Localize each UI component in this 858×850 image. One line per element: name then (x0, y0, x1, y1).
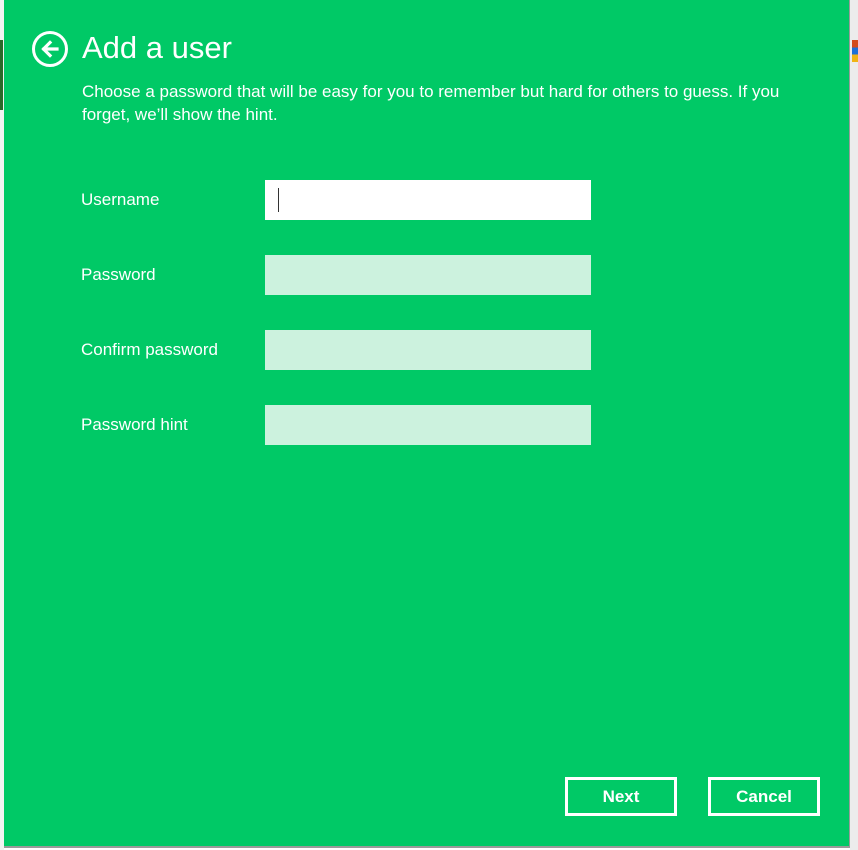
password-label: Password (81, 265, 156, 284)
next-button[interactable]: Next (565, 777, 677, 816)
arrow-left-circle-icon (41, 40, 59, 58)
username-field[interactable] (265, 180, 591, 220)
text-cursor (278, 188, 279, 212)
add-user-dialog: Add a user Choose a password that will b… (4, 0, 850, 848)
background-window-edge-right (850, 0, 858, 850)
dialog-title: Add a user (82, 30, 232, 65)
username-label: Username (81, 190, 160, 209)
background-app-icon-strip (852, 40, 858, 62)
dialog-description: Choose a password that will be easy for … (82, 82, 780, 124)
background-window-strip (0, 40, 3, 110)
password-hint-field[interactable] (265, 405, 591, 445)
confirm-password-label: Confirm password (81, 340, 218, 359)
cancel-button[interactable]: Cancel (708, 777, 820, 816)
back-button[interactable] (32, 31, 68, 67)
confirm-password-field[interactable] (265, 330, 591, 370)
password-field[interactable] (265, 255, 591, 295)
password-hint-label: Password hint (81, 415, 188, 434)
